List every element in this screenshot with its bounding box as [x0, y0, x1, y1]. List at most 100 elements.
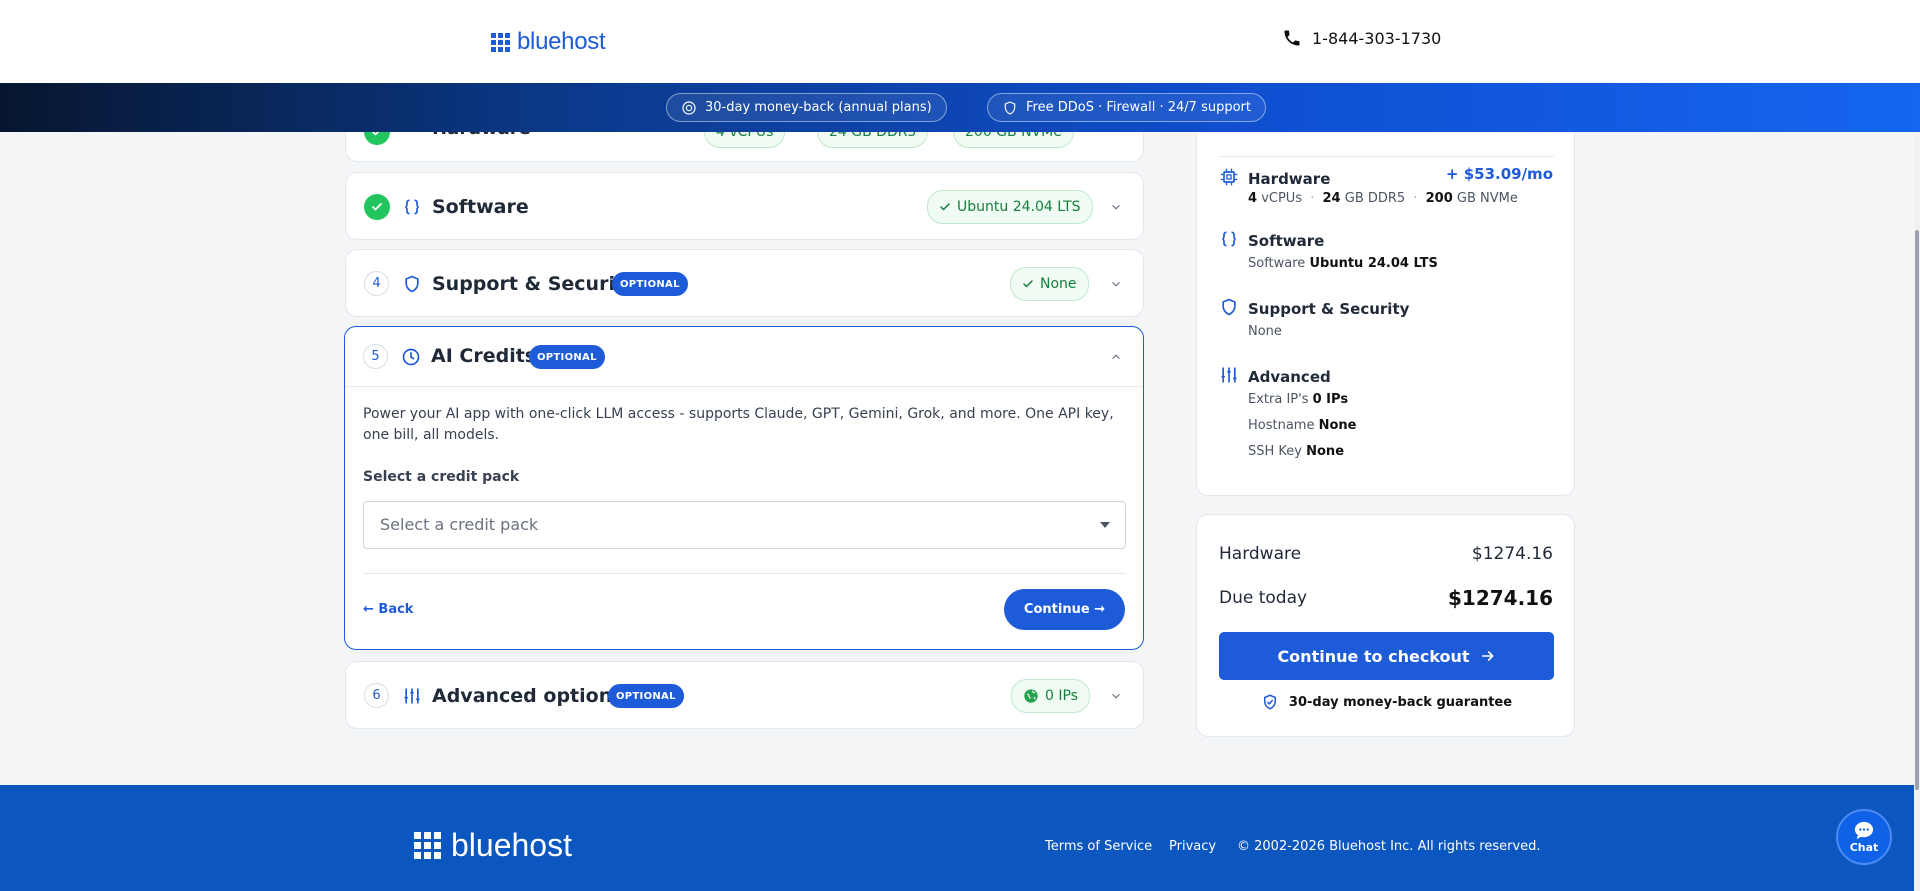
summary-hardware-label: Hardware	[1248, 170, 1331, 188]
hostname-key: Hostname	[1248, 418, 1315, 433]
support-chip-text: None	[1040, 276, 1077, 292]
sliders-icon	[1221, 367, 1237, 383]
terms-link[interactable]: Terms of Service	[1045, 839, 1152, 854]
phone-link[interactable]: 1-844-303-1730	[1282, 28, 1441, 48]
money-back-pill: 30-day money-back (annual plans)	[666, 93, 947, 122]
phone-icon	[1284, 30, 1300, 46]
advanced-chip-text: 0 IPs	[1045, 688, 1078, 704]
completed-check-icon	[364, 194, 390, 220]
site-header: bluehost 1-844-303-1730	[0, 0, 1920, 83]
checkout-button-label: Continue to checkout	[1277, 646, 1470, 666]
braces-icon	[1222, 231, 1236, 247]
spec-sep: ·	[1310, 191, 1315, 206]
spec-ram-num: 24	[1322, 191, 1341, 206]
money-back-text: 30-day money-back (annual plans)	[705, 100, 932, 115]
step-ai-credits-title: AI Credits	[431, 345, 537, 367]
divider	[345, 386, 1143, 387]
optional-badge: OPTIONAL	[612, 272, 688, 296]
shield-icon	[405, 275, 419, 293]
check-icon	[940, 203, 950, 211]
chevron-down-icon[interactable]	[1109, 277, 1123, 291]
security-text: Free DDoS · Firewall · 24/7 support	[1026, 100, 1251, 115]
step-support-security[interactable]: 4 Support & Security OPTIONAL None	[345, 249, 1144, 317]
summary-ssh: SSH Key None	[1248, 444, 1344, 459]
divider	[363, 573, 1126, 574]
software-chip: Ubuntu 24.04 LTS	[927, 190, 1093, 224]
copyright-text: © 2002-2026 Bluehost Inc. All rights res…	[1237, 839, 1541, 854]
spec-cpu-num: 4	[1248, 191, 1258, 206]
step-number: 6	[364, 683, 389, 708]
arrow-right-icon	[1481, 651, 1494, 661]
guarantee-row: 30-day money-back guarantee	[1197, 693, 1576, 711]
logo-grid-icon	[491, 32, 510, 52]
divider	[1219, 156, 1554, 157]
order-summary: Hardware + $53.09/mo 4 vCPUs · 24 GB DDR…	[1196, 100, 1575, 496]
summary-extra-ips: Extra IP's 0 IPs	[1248, 392, 1348, 407]
chat-label: Chat	[1849, 841, 1879, 854]
support-chip: None	[1010, 267, 1089, 301]
chat-button[interactable]: Chat	[1836, 809, 1892, 865]
ai-credits-description: Power your AI app with one-click LLM acc…	[363, 406, 1114, 443]
shield-icon	[1222, 298, 1236, 316]
software-chip-text: Ubuntu 24.04 LTS	[957, 199, 1081, 215]
spec-disk-unit: GB NVMe	[1456, 191, 1518, 206]
phone-number: 1-844-303-1730	[1312, 28, 1442, 48]
footer-logo-text: bluehost	[451, 827, 572, 863]
dropdown-caret-icon	[1100, 522, 1110, 528]
check-icon	[1023, 280, 1033, 288]
chat-bubble-icon	[1854, 821, 1874, 840]
spec-sep: ·	[1413, 191, 1418, 206]
sliders-icon	[404, 688, 420, 704]
due-today-value: $1274.16	[1447, 586, 1553, 610]
software-key: Software	[1248, 256, 1306, 271]
summary-hardware-specs: 4 vCPUs · 24 GB DDR5 · 200 GB NVMe	[1248, 191, 1518, 206]
scrollbar-thumb[interactable]	[1915, 230, 1919, 790]
spec-cpu-unit: vCPUs	[1261, 191, 1303, 206]
ssh-key-value: None	[1306, 444, 1345, 459]
back-button[interactable]: ← Back	[363, 602, 413, 617]
advanced-chip: 0 IPs	[1011, 679, 1090, 713]
step-software[interactable]: Ubuntu 24.04 LTS Software Ubuntu 24.04 L…	[345, 172, 1144, 240]
logo-text: bluehost	[517, 28, 606, 55]
braces-icon	[405, 199, 419, 215]
badge-icon	[682, 100, 696, 115]
step-software-title: Software	[432, 196, 529, 218]
credit-pack-select[interactable]: Select a credit pack	[363, 501, 1126, 549]
logo-grid-icon	[414, 832, 441, 859]
optional-badge: OPTIONAL	[529, 345, 605, 369]
step-advanced-title: Advanced options	[432, 685, 624, 707]
scrollbar-track[interactable]	[1914, 0, 1920, 891]
summary-support-value: None	[1248, 324, 1282, 339]
cpu-icon	[1220, 168, 1238, 186]
step-number: 4	[364, 271, 389, 296]
totals-hardware-value: $1274.16	[1471, 544, 1553, 564]
chevron-down-icon[interactable]	[1109, 689, 1123, 703]
summary-software-label: Software	[1248, 232, 1325, 250]
chevron-down-icon[interactable]	[1109, 200, 1123, 214]
summary-hostname: Hostname None	[1248, 418, 1357, 433]
globe-icon	[1024, 689, 1038, 703]
shield-icon	[1004, 100, 1016, 115]
spec-disk-num: 200	[1425, 191, 1453, 206]
privacy-link[interactable]: Privacy	[1169, 839, 1216, 854]
software-value: Ubuntu 24.04 LTS	[1309, 256, 1438, 271]
summary-hardware-price: + $53.09/mo	[1445, 165, 1553, 183]
security-pill: Free DDoS · Firewall · 24/7 support	[987, 93, 1266, 122]
footer-logo[interactable]: bluehost	[414, 827, 572, 864]
site-footer: bluehost Terms of Service Privacy © 2002…	[0, 785, 1920, 891]
chevron-up-icon[interactable]	[1109, 350, 1123, 364]
credit-pack-placeholder: Select a credit pack	[380, 515, 539, 534]
spec-ram-unit: GB DDR5	[1344, 191, 1406, 206]
extra-ips-value: 0 IPs	[1312, 392, 1349, 407]
hostname-value: None	[1318, 418, 1357, 433]
continue-button[interactable]: Continue →	[1004, 589, 1125, 630]
bluehost-logo[interactable]: bluehost	[491, 28, 606, 56]
checkout-button[interactable]: Continue to checkout	[1219, 632, 1554, 680]
ssh-key-label: SSH Key	[1248, 444, 1302, 459]
extra-ips-key: Extra IP's	[1248, 392, 1309, 407]
totals-panel: Hardware $1274.16 Due today $1274.16 Con…	[1196, 514, 1575, 737]
step-number: 5	[363, 344, 388, 369]
step-advanced-options[interactable]: 6 Advanced options OPTIONAL 0 IPs	[345, 661, 1144, 729]
summary-support-label: Support & Security	[1248, 300, 1410, 318]
totals-hardware-label: Hardware	[1219, 544, 1302, 564]
